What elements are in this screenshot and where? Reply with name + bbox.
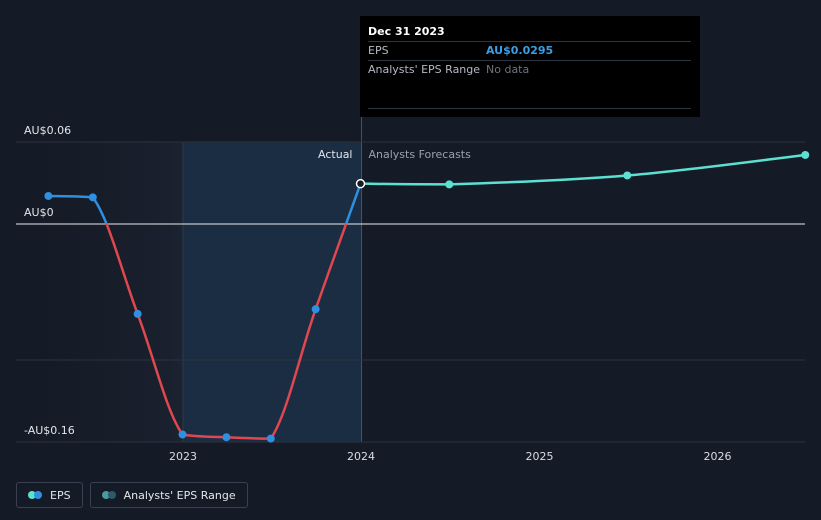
- legend-eps-button[interactable]: EPS: [16, 482, 83, 508]
- forecast-point: [623, 171, 632, 180]
- tooltip-range-value: No data: [486, 63, 530, 76]
- legend-eps-label: EPS: [50, 488, 71, 502]
- past-region: [16, 142, 183, 442]
- eps-point: [44, 191, 53, 200]
- tooltip-divider: [368, 108, 691, 109]
- eps-point: [266, 434, 275, 443]
- x-tick-label: 2024: [347, 450, 375, 463]
- forecast-point: [445, 180, 454, 189]
- highlight-period: [183, 142, 362, 442]
- legend-range-button[interactable]: Analysts' EPS Range: [89, 482, 248, 508]
- tooltip-range-label: Analysts' EPS Range: [368, 63, 481, 76]
- y-tick-label: AU$0.06: [24, 124, 71, 137]
- actual-label: Actual: [318, 148, 352, 161]
- eps-point: [311, 305, 320, 314]
- range-legend-dot-right: [107, 491, 116, 499]
- legend-range-label: Analysts' EPS Range: [123, 488, 236, 502]
- eps-legend-icon: [28, 491, 44, 499]
- tooltip-eps-label: EPS: [368, 44, 389, 57]
- y-tick-label: -AU$0.16: [24, 424, 75, 437]
- tooltip-eps-row: EPS AU$0.0295: [368, 41, 691, 60]
- eps-legend-dot-right: [34, 491, 42, 499]
- range-legend-icon: [101, 491, 118, 499]
- forecast-label: Analysts Forecasts: [369, 148, 472, 161]
- legend: EPS Analysts' EPS Range: [16, 482, 248, 508]
- eps-point-highlighted: [355, 178, 366, 189]
- eps-point: [178, 430, 187, 439]
- tooltip-date: Dec 31 2023: [368, 25, 445, 38]
- tooltip-range-row: Analysts' EPS Range No data: [368, 60, 691, 79]
- tooltip-eps-value: AU$0.0295: [486, 44, 554, 57]
- y-tick-label: AU$0: [24, 206, 54, 219]
- tooltip: Dec 31 2023 EPS AU$0.0295 Analysts' EPS …: [360, 16, 700, 117]
- x-tick-label: 2026: [703, 450, 731, 463]
- x-tick-label: 2023: [169, 450, 197, 463]
- eps-point: [222, 433, 231, 442]
- x-tick-label: 2025: [525, 450, 553, 463]
- eps-point: [88, 193, 97, 202]
- eps-point: [133, 309, 142, 318]
- forecast-point: [801, 150, 810, 159]
